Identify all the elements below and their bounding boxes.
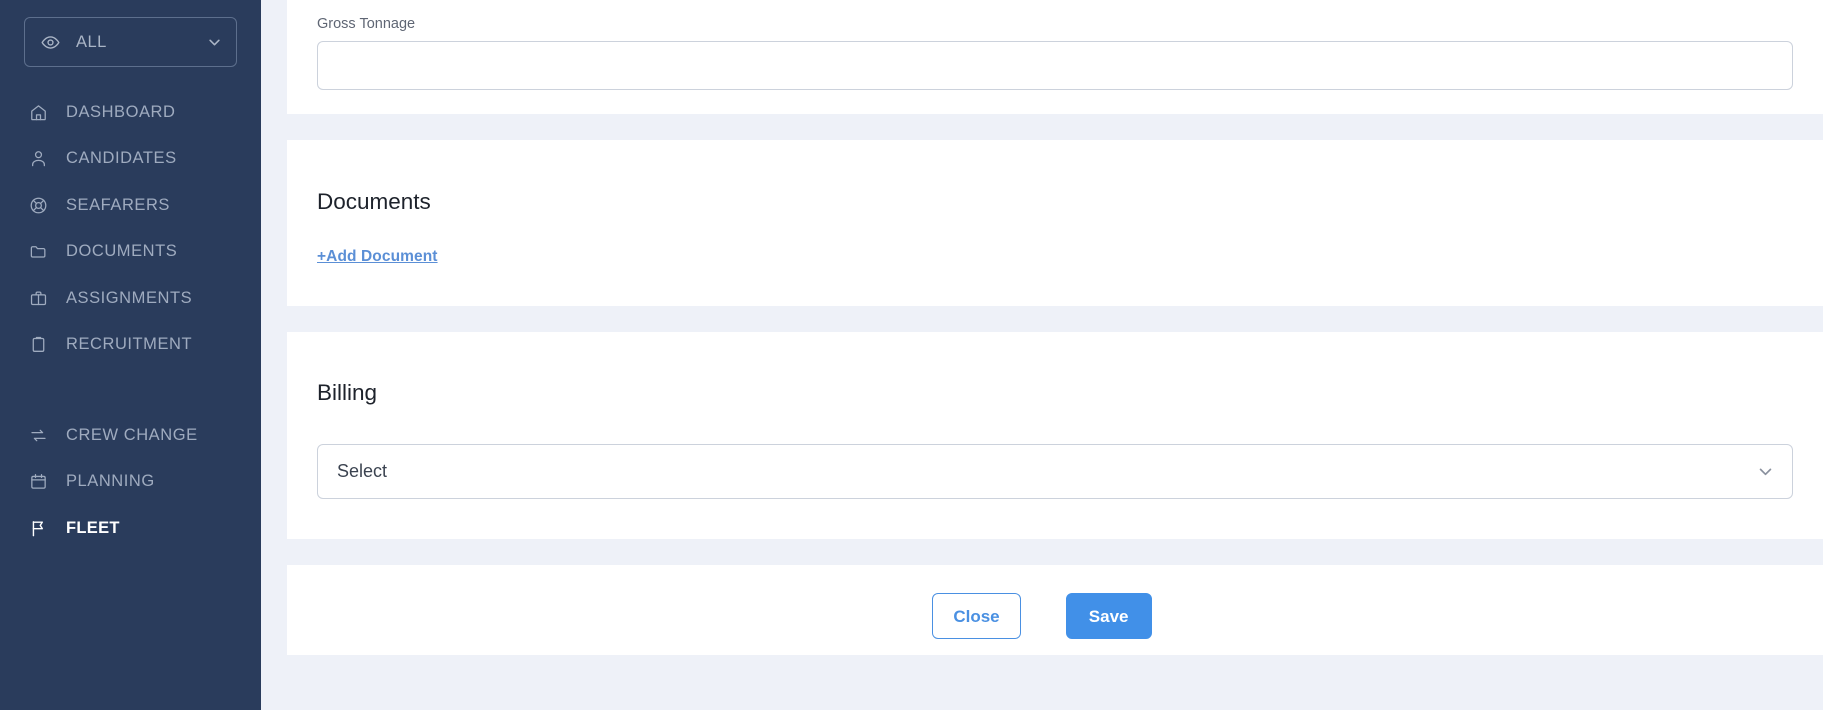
- org-filter-dropdown[interactable]: ALL: [24, 17, 237, 67]
- sidebar-item-documents[interactable]: DOCUMENTS: [0, 229, 261, 276]
- documents-section-title: Documents: [317, 189, 431, 214]
- sidebar-item-crew-change[interactable]: CREW CHANGE: [0, 412, 261, 459]
- sidebar-item-candidates[interactable]: CANDIDATES: [0, 136, 261, 183]
- billing-card: Billing Select: [287, 332, 1823, 539]
- briefcase-icon: [28, 288, 48, 308]
- form-footer-bar: Close Save: [287, 565, 1823, 655]
- save-button[interactable]: Save: [1065, 593, 1152, 639]
- calendar-icon: [28, 472, 48, 492]
- sidebar-item-label: FLEET: [66, 518, 120, 537]
- sidebar-item-recruitment[interactable]: RECRUITMENT: [0, 322, 261, 369]
- sidebar-item-label: SEAFARERS: [66, 195, 170, 214]
- sidebar-item-label: CANDIDATES: [66, 149, 177, 168]
- vessel-particulars-card: Gross Tonnage: [287, 0, 1823, 114]
- gross-tonnage-input[interactable]: [317, 41, 1793, 90]
- card-spacer: [261, 114, 1823, 140]
- card-spacer: [261, 539, 1823, 565]
- folder-icon: [28, 242, 48, 262]
- main-content: Gross Tonnage Documents +Add Document Bi…: [261, 0, 1823, 710]
- org-filter-value: ALL: [76, 32, 107, 51]
- user-icon: [28, 149, 48, 169]
- billing-select[interactable]: Select: [317, 444, 1793, 499]
- sidebar-item-dashboard[interactable]: DASHBOARD: [0, 89, 261, 136]
- flag-icon: [28, 518, 48, 538]
- home-icon: [28, 102, 48, 122]
- footer-actions: Close Save: [287, 593, 1823, 639]
- sidebar-item-label: CREW CHANGE: [66, 425, 198, 444]
- gross-tonnage-label: Gross Tonnage: [317, 16, 416, 32]
- lifebuoy-icon: [28, 195, 48, 215]
- sidebar-item-label: DOCUMENTS: [66, 242, 178, 261]
- sidebar-item-assignments[interactable]: ASSIGNMENTS: [0, 275, 261, 322]
- billing-select-value: Select: [337, 461, 388, 481]
- clipboard-icon: [28, 335, 48, 355]
- card-spacer: [261, 306, 1823, 332]
- sidebar-item-fleet[interactable]: FLEET: [0, 505, 261, 552]
- billing-section-title: Billing: [317, 380, 378, 405]
- exchange-icon: [28, 425, 48, 445]
- sidebar: ALL DASHBOARD CANDIDATES SEAFARERS DOCUM…: [0, 0, 261, 710]
- chevron-down-icon: [1756, 463, 1774, 481]
- sidebar-group-divider: [0, 368, 261, 412]
- sidebar-item-seafarers[interactable]: SEAFARERS: [0, 182, 261, 229]
- documents-card: Documents +Add Document: [287, 140, 1823, 306]
- sidebar-nav: DASHBOARD CANDIDATES SEAFARERS DOCUMENTS…: [0, 89, 261, 552]
- sidebar-item-label: PLANNING: [66, 472, 155, 491]
- sidebar-item-planning[interactable]: PLANNING: [0, 459, 261, 506]
- add-document-link[interactable]: +Add Document: [317, 248, 438, 266]
- sidebar-item-label: ASSIGNMENTS: [66, 288, 193, 307]
- chevron-down-icon: [206, 34, 222, 50]
- sidebar-item-label: DASHBOARD: [66, 102, 176, 121]
- close-button[interactable]: Close: [932, 593, 1021, 639]
- eye-icon: [41, 33, 60, 52]
- sidebar-item-label: RECRUITMENT: [66, 335, 193, 354]
